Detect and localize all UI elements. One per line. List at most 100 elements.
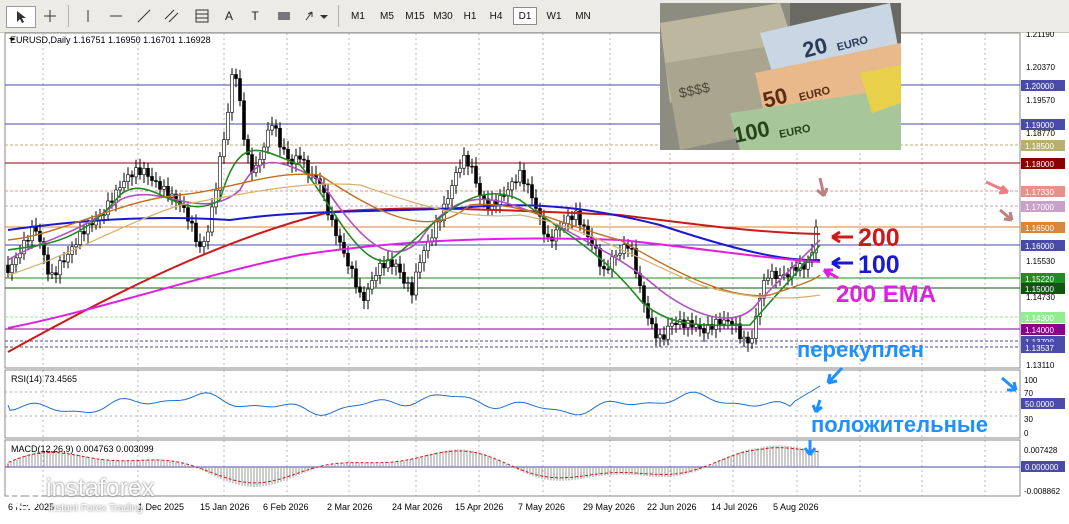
candle-body xyxy=(750,338,754,344)
price-axis-label: 1.18770 xyxy=(1026,129,1055,138)
candle-body xyxy=(306,159,310,175)
candle-body xyxy=(102,214,106,217)
positive-annotation: положительные xyxy=(811,412,988,437)
candle-body xyxy=(466,154,470,167)
candle-body xyxy=(410,282,414,296)
logo-tagline: Instant Forex Trading xyxy=(48,503,143,514)
horizontal-line-tool[interactable] xyxy=(104,6,128,26)
timeframe-h4[interactable]: H4 xyxy=(484,7,508,25)
candle-body xyxy=(282,146,286,150)
candle-body xyxy=(218,156,222,191)
rectangle-tool[interactable] xyxy=(272,6,296,26)
candle-body xyxy=(658,334,662,339)
timeframe-m15[interactable]: M15 xyxy=(402,7,428,25)
candle-body xyxy=(26,239,30,242)
candle-body xyxy=(226,111,230,141)
date-axis-label: 6 Feb 2026 xyxy=(263,502,309,512)
candle-body xyxy=(38,230,42,242)
logo-name: instaforex xyxy=(46,474,155,502)
candle-body xyxy=(738,323,742,340)
candle-body xyxy=(454,172,458,186)
candle-body xyxy=(334,219,338,237)
candle-body xyxy=(262,146,266,160)
level-tag-label: 1.16500 xyxy=(1025,224,1054,233)
level-tag-label: 1.18500 xyxy=(1025,142,1054,151)
timeframe-d1[interactable]: D1 xyxy=(513,7,537,25)
candle-body xyxy=(126,174,130,182)
candle-body xyxy=(570,215,574,220)
candle-body xyxy=(46,254,50,275)
candle-body xyxy=(742,336,746,340)
candle-body xyxy=(566,215,570,224)
candle-body xyxy=(30,226,34,242)
candle-body xyxy=(150,176,154,181)
candle-body xyxy=(670,322,674,327)
candle-body xyxy=(630,248,634,250)
level-tag-label: 1.15000 xyxy=(1025,285,1054,294)
candle-body xyxy=(206,231,210,242)
candle-body xyxy=(142,168,146,175)
channel-icon xyxy=(164,9,179,23)
crosshair-tool[interactable] xyxy=(38,6,62,26)
candle-body xyxy=(618,253,622,256)
timeframe-mn[interactable]: MN xyxy=(570,7,596,25)
rsi-label-0: 0 xyxy=(1024,429,1029,438)
date-axis-label: 15 Jan 2026 xyxy=(200,502,250,512)
candle-body xyxy=(662,334,666,340)
rsi-label-30: 30 xyxy=(1024,415,1033,424)
timeframe-m5[interactable]: M5 xyxy=(373,7,401,25)
candle-body xyxy=(202,241,206,247)
candle-body xyxy=(498,195,502,205)
price-axis-label: 1.14730 xyxy=(1026,293,1055,302)
timeframe-m1[interactable]: M1 xyxy=(344,7,372,25)
vertical-line-tool[interactable] xyxy=(76,6,100,26)
arrows-tool[interactable] xyxy=(302,6,332,26)
candle-body xyxy=(362,291,366,301)
candle-body xyxy=(286,148,290,160)
candle-body xyxy=(642,285,646,304)
logo-icon xyxy=(8,476,42,510)
candle-body xyxy=(622,244,626,254)
channel-tool[interactable] xyxy=(160,6,184,26)
overbought-annotation: перекуплен xyxy=(797,337,924,362)
cursor-tool[interactable] xyxy=(6,6,36,28)
candle-body xyxy=(654,323,658,339)
candle-body xyxy=(806,262,810,270)
candle-body xyxy=(162,186,166,190)
candle-body xyxy=(382,263,386,269)
label-tool[interactable]: T xyxy=(244,6,266,26)
candle-body xyxy=(130,174,134,178)
candle-body xyxy=(726,319,730,322)
candle-body xyxy=(242,100,246,140)
candle-body xyxy=(118,187,122,191)
timeframe-w1[interactable]: W1 xyxy=(542,7,566,25)
candle-body xyxy=(330,214,334,220)
candle-body xyxy=(374,275,378,281)
candle-body xyxy=(358,286,362,293)
ma200-annotation: 200 xyxy=(858,224,900,252)
trendline-tool[interactable] xyxy=(132,6,156,26)
chart-area[interactable]: 1.21190 1.20370 1.19570 1.18770 1.17330 1.165… xyxy=(0,30,1069,519)
candle-body xyxy=(146,168,150,177)
price-chart[interactable]: 1.21190 1.20370 1.19570 1.18770 1.17330 1.165… xyxy=(0,30,1069,519)
candle-body xyxy=(270,125,274,131)
text-tool[interactable]: A xyxy=(218,6,240,26)
candle-body xyxy=(278,127,282,148)
candle-body xyxy=(746,336,750,344)
timeframe-m30[interactable]: M30 xyxy=(430,7,456,25)
candle-body xyxy=(390,259,394,267)
fibonacci-tool[interactable] xyxy=(190,6,214,26)
symbol-info: EURUSD,Daily 1.16751 1.16950 1.16701 1.1… xyxy=(10,35,211,45)
timeframe-h1[interactable]: H1 xyxy=(458,7,482,25)
candle-body xyxy=(58,260,62,276)
candle-body xyxy=(702,328,706,334)
candle-body xyxy=(602,266,606,270)
candle-body xyxy=(346,253,350,267)
candle-body xyxy=(666,325,670,340)
candle-body xyxy=(770,270,774,279)
candle-body xyxy=(530,184,534,199)
candle-body xyxy=(74,244,78,248)
candle-body xyxy=(82,231,86,235)
candle-body xyxy=(158,181,162,190)
rsi-title: RSI(14) 73.4565 xyxy=(11,374,77,384)
